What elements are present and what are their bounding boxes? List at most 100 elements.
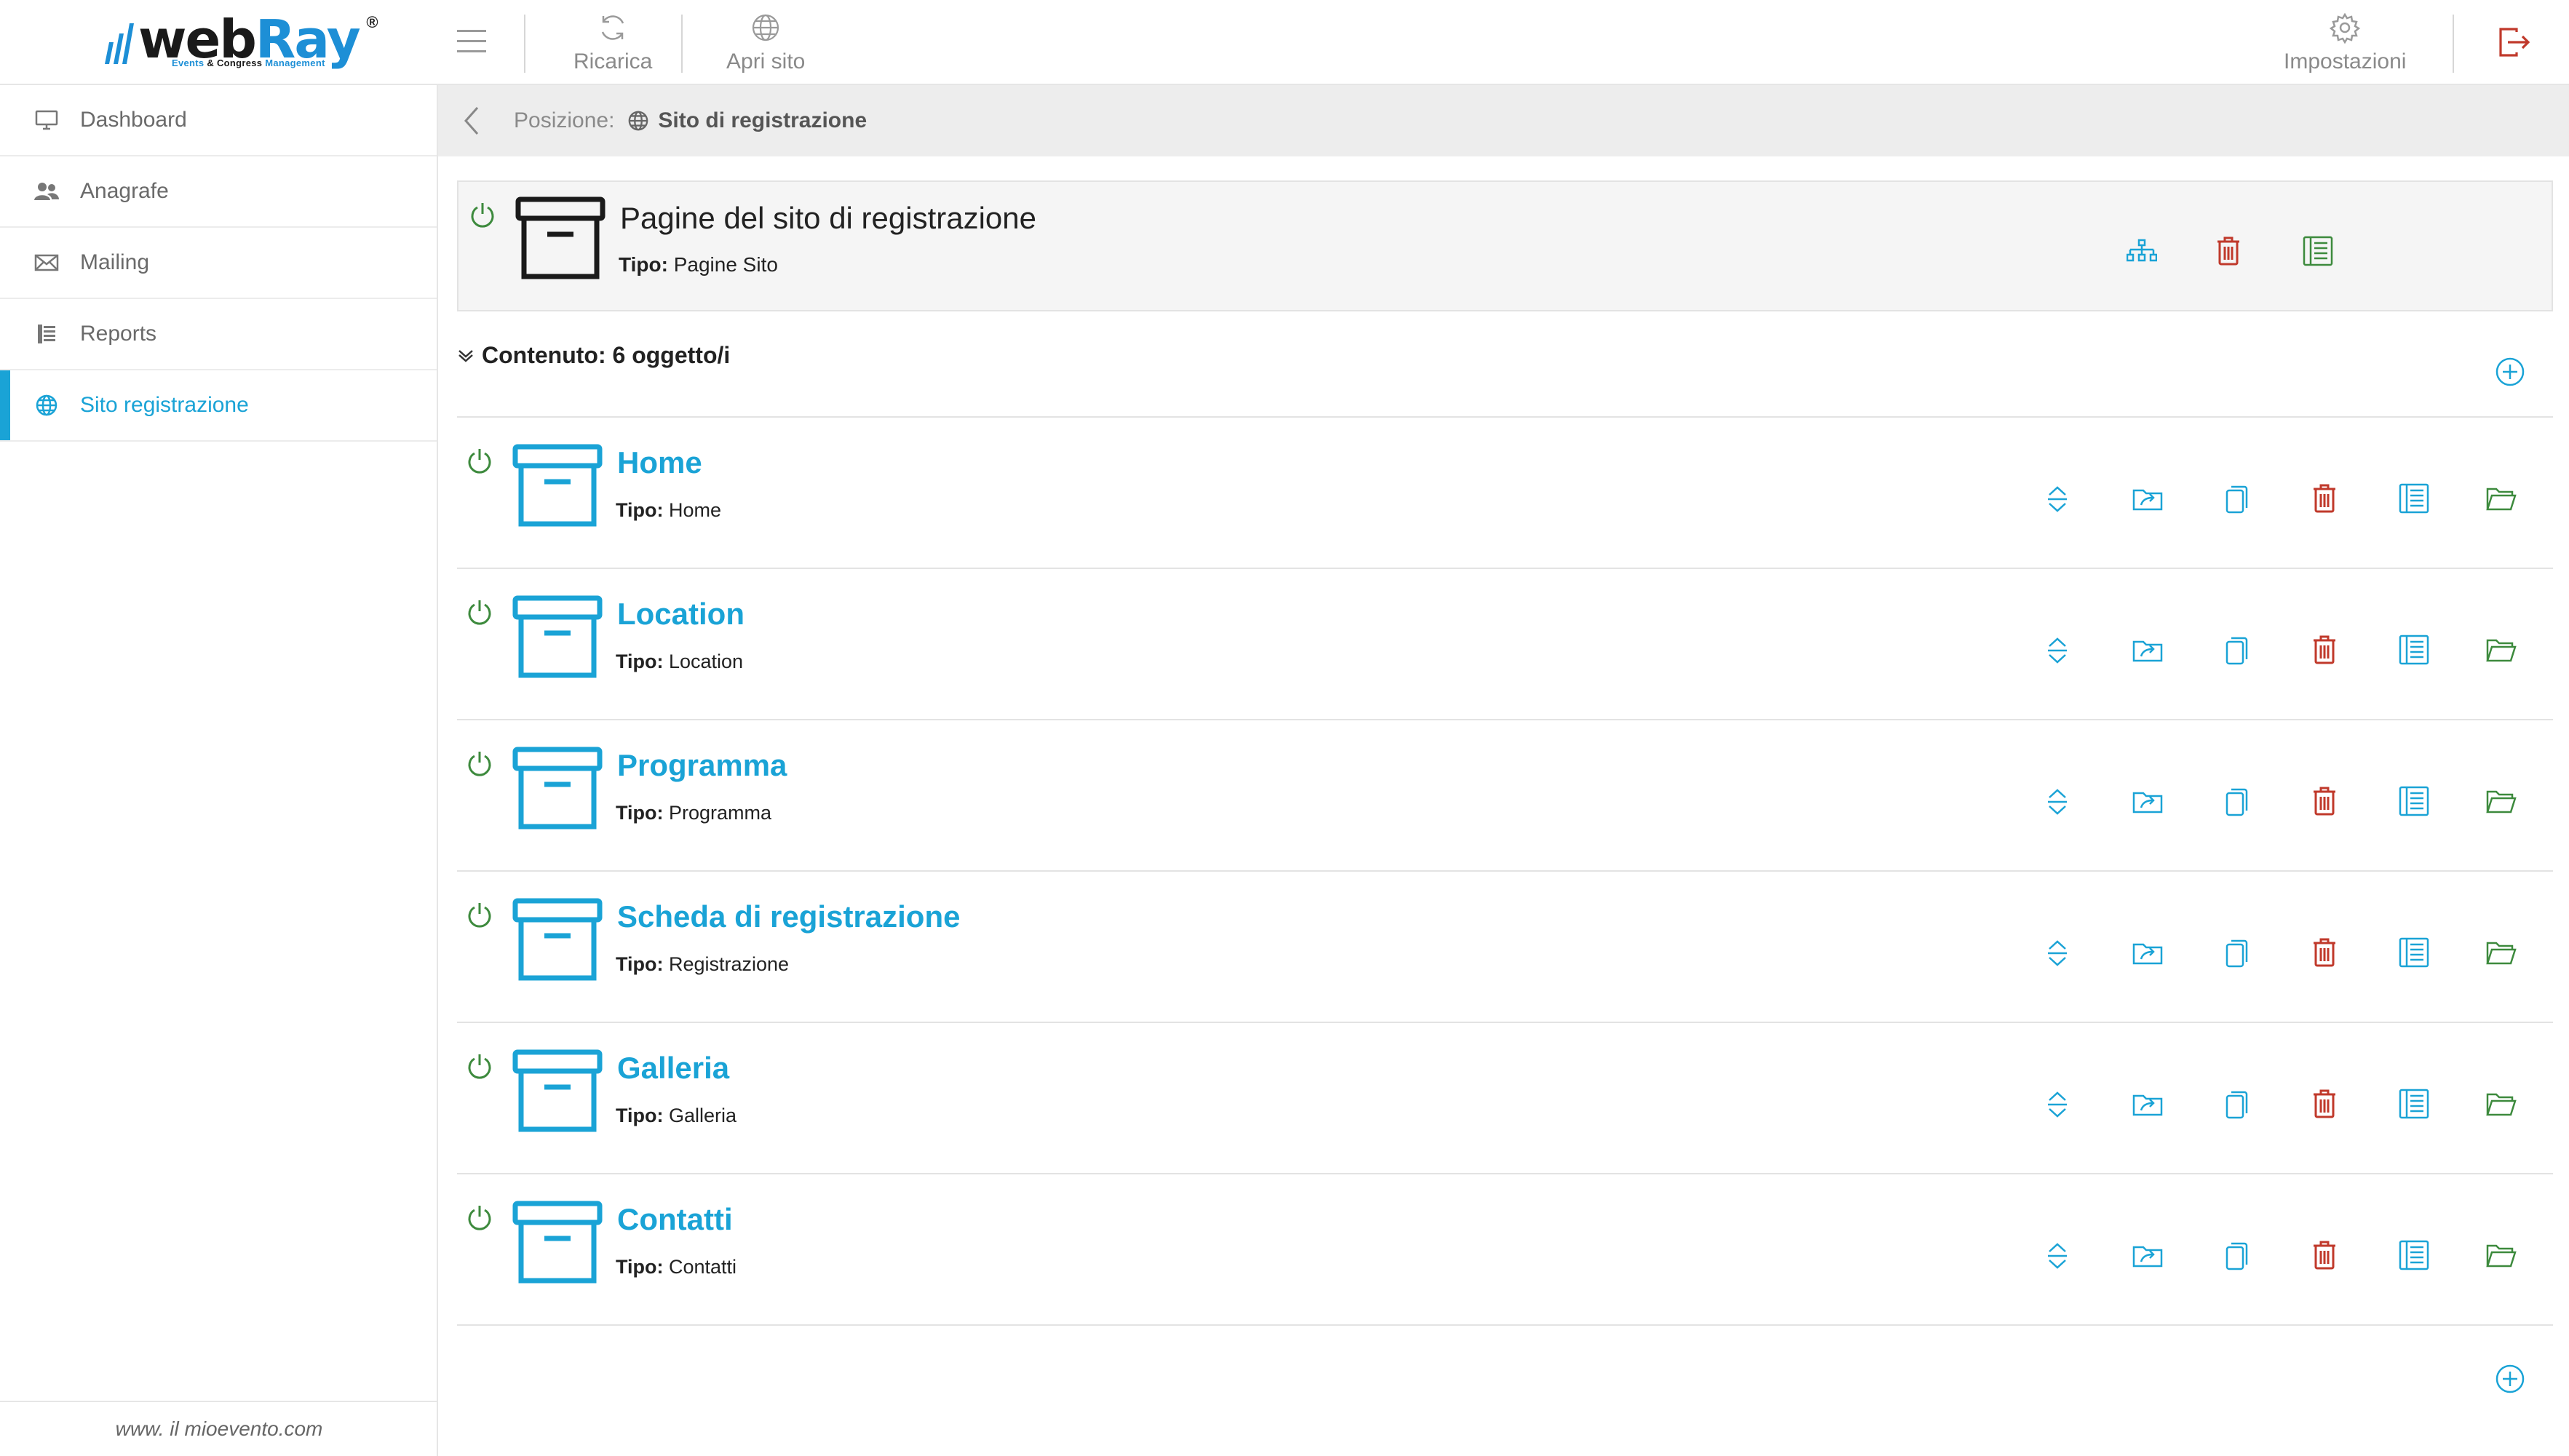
sidebar-item-label: Reports [80,322,157,346]
properties-button[interactable] [2399,786,2429,816]
delete-container-button[interactable] [2215,236,2242,266]
power-toggle[interactable] [469,201,496,230]
contents-toggle[interactable]: Contenuto: 6 oggetto/i [457,342,730,369]
add-item-button[interactable] [2495,1364,2525,1394]
move-button[interactable] [2132,486,2163,511]
properties-button[interactable] [2399,1240,2429,1270]
move-button[interactable] [2132,1091,2163,1116]
properties-button[interactable] [2303,236,2333,266]
reload-button[interactable]: Ricarica [573,12,652,74]
reorder-button[interactable] [2046,787,2068,816]
properties-button[interactable] [2399,483,2429,514]
sitemap-icon [2127,239,2157,262]
properties-button[interactable] [2399,634,2429,665]
list-item: Programma Tipo: Programma [457,720,2553,872]
copy-icon [2225,788,2248,816]
list-item: Location Tipo: Location [457,569,2553,720]
delete-button[interactable] [2311,786,2338,816]
sidebar-item-reports[interactable]: Reports [0,299,437,370]
back-button[interactable] [461,105,482,137]
logo-registered-mark: ® [366,13,378,31]
folder-open-icon [2486,639,2517,662]
sidebar-item-anagrafe[interactable]: Anagrafe [0,156,437,228]
properties-button[interactable] [2399,937,2429,968]
folder-move-icon [2132,1246,2163,1268]
power-icon [468,1206,491,1230]
delete-button[interactable] [2311,1240,2338,1270]
sort-arrows-icon [2048,940,2067,966]
reorder-button[interactable] [2046,1090,2068,1119]
reload-label: Ricarica [573,49,653,73]
open-folder-button[interactable] [2486,1243,2517,1268]
page-type: Tipo: Location [616,651,744,672]
move-button[interactable] [2132,940,2163,965]
open-folder-button[interactable] [2486,789,2517,813]
sort-arrows-icon [2048,1243,2067,1269]
power-toggle[interactable] [466,447,493,476]
list-details-icon [2399,1089,2429,1119]
open-folder-button[interactable] [2486,637,2517,662]
list-details-icon [2303,236,2333,266]
page-title-link[interactable]: Galleria [617,1051,729,1086]
reorder-button[interactable] [2046,939,2068,968]
sort-arrows-icon [2048,789,2067,815]
sidebar: Dashboard Anagrafe Mailing Reports Sito … [0,85,438,1456]
sidebar-item-mailing[interactable]: Mailing [0,228,437,299]
container-type: Tipo: Pagine Sito [619,253,778,276]
reorder-button[interactable] [2046,636,2068,665]
breadcrumb: Posizione: Sito di registrazione [438,85,2569,156]
page-type: Tipo: Registrazione [616,953,790,975]
page-title-link[interactable]: Location [617,597,745,632]
report-icon [33,321,60,347]
delete-button[interactable] [2311,483,2338,514]
sidebar-item-sito-registrazione[interactable]: Sito registrazione [0,370,437,442]
globe-icon [33,392,60,418]
properties-button[interactable] [2399,1089,2429,1119]
trash-icon [2314,635,2335,664]
open-folder-button[interactable] [2486,486,2517,511]
duplicate-button[interactable] [2224,483,2249,514]
site-url[interactable]: www. il mioevento.com [0,1401,438,1456]
open-site-button[interactable]: Apri sito [726,12,805,74]
duplicate-button[interactable] [2224,937,2249,968]
open-folder-button[interactable] [2486,1091,2517,1116]
duplicate-button[interactable] [2224,634,2249,665]
delete-button[interactable] [2311,937,2338,968]
add-item-button[interactable] [2495,357,2525,387]
reorder-button[interactable] [2046,1241,2068,1270]
sidebar-item-label: Mailing [80,250,150,274]
power-toggle[interactable] [466,598,493,627]
settings-button[interactable]: Impostazioni [2284,12,2406,74]
copy-icon [2225,1091,2248,1119]
duplicate-button[interactable] [2224,1240,2249,1270]
page-title-link[interactable]: Home [617,445,702,480]
power-icon [468,449,491,474]
archive-box-icon [512,1201,603,1286]
page-title-link[interactable]: Contatti [617,1202,733,1237]
duplicate-button[interactable] [2224,1089,2249,1119]
logout-button[interactable] [2498,26,2531,58]
move-button[interactable] [2132,789,2163,813]
duplicate-button[interactable] [2224,786,2249,816]
gear-icon [2330,12,2361,44]
reorder-button[interactable] [2046,485,2068,514]
folder-open-icon [2486,1244,2517,1268]
delete-button[interactable] [2311,1089,2338,1119]
move-button[interactable] [2132,637,2163,662]
power-toggle[interactable] [466,749,493,779]
sidebar-item-label: Anagrafe [80,179,169,203]
open-folder-button[interactable] [2486,940,2517,965]
power-toggle[interactable] [466,901,493,930]
sidebar-item-dashboard[interactable]: Dashboard [0,85,437,156]
move-button[interactable] [2132,1243,2163,1268]
delete-button[interactable] [2311,634,2338,665]
copy-icon [2225,637,2248,665]
page-title-link[interactable]: Scheda di registrazione [617,899,960,934]
power-toggle[interactable] [466,1052,493,1081]
page-title-link[interactable]: Programma [617,748,787,783]
power-icon [468,903,491,928]
sitemap-button[interactable] [2127,239,2157,263]
power-toggle[interactable] [466,1204,493,1233]
power-icon [468,600,491,625]
menu-toggle-button[interactable] [456,28,488,55]
